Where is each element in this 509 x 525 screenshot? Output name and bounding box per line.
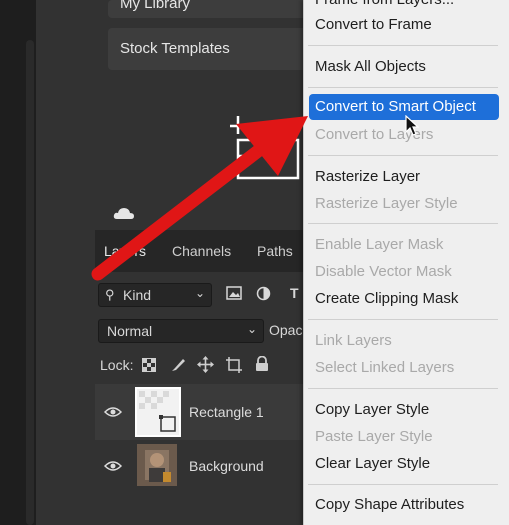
annotation-arrow (91, 116, 308, 281)
